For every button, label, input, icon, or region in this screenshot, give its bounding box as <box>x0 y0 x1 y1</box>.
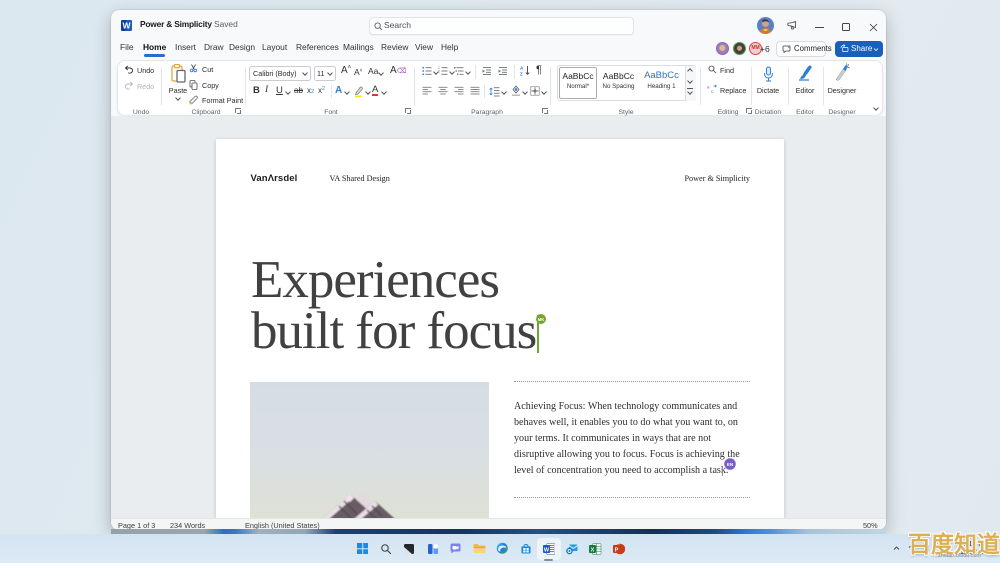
svg-text:c: c <box>711 89 714 94</box>
svg-text:MK: MK <box>538 317 546 322</box>
svg-text:Z: Z <box>520 72 523 77</box>
svg-text:A: A <box>520 66 524 71</box>
svg-text:W: W <box>122 21 131 31</box>
svg-text:2: 2 <box>438 70 440 74</box>
svg-text:P: P <box>614 547 618 553</box>
svg-text:X: X <box>591 547 595 553</box>
svg-text:a: a <box>707 85 710 90</box>
svg-text:W: W <box>544 547 550 553</box>
svg-text:EN: EN <box>726 461 732 466</box>
